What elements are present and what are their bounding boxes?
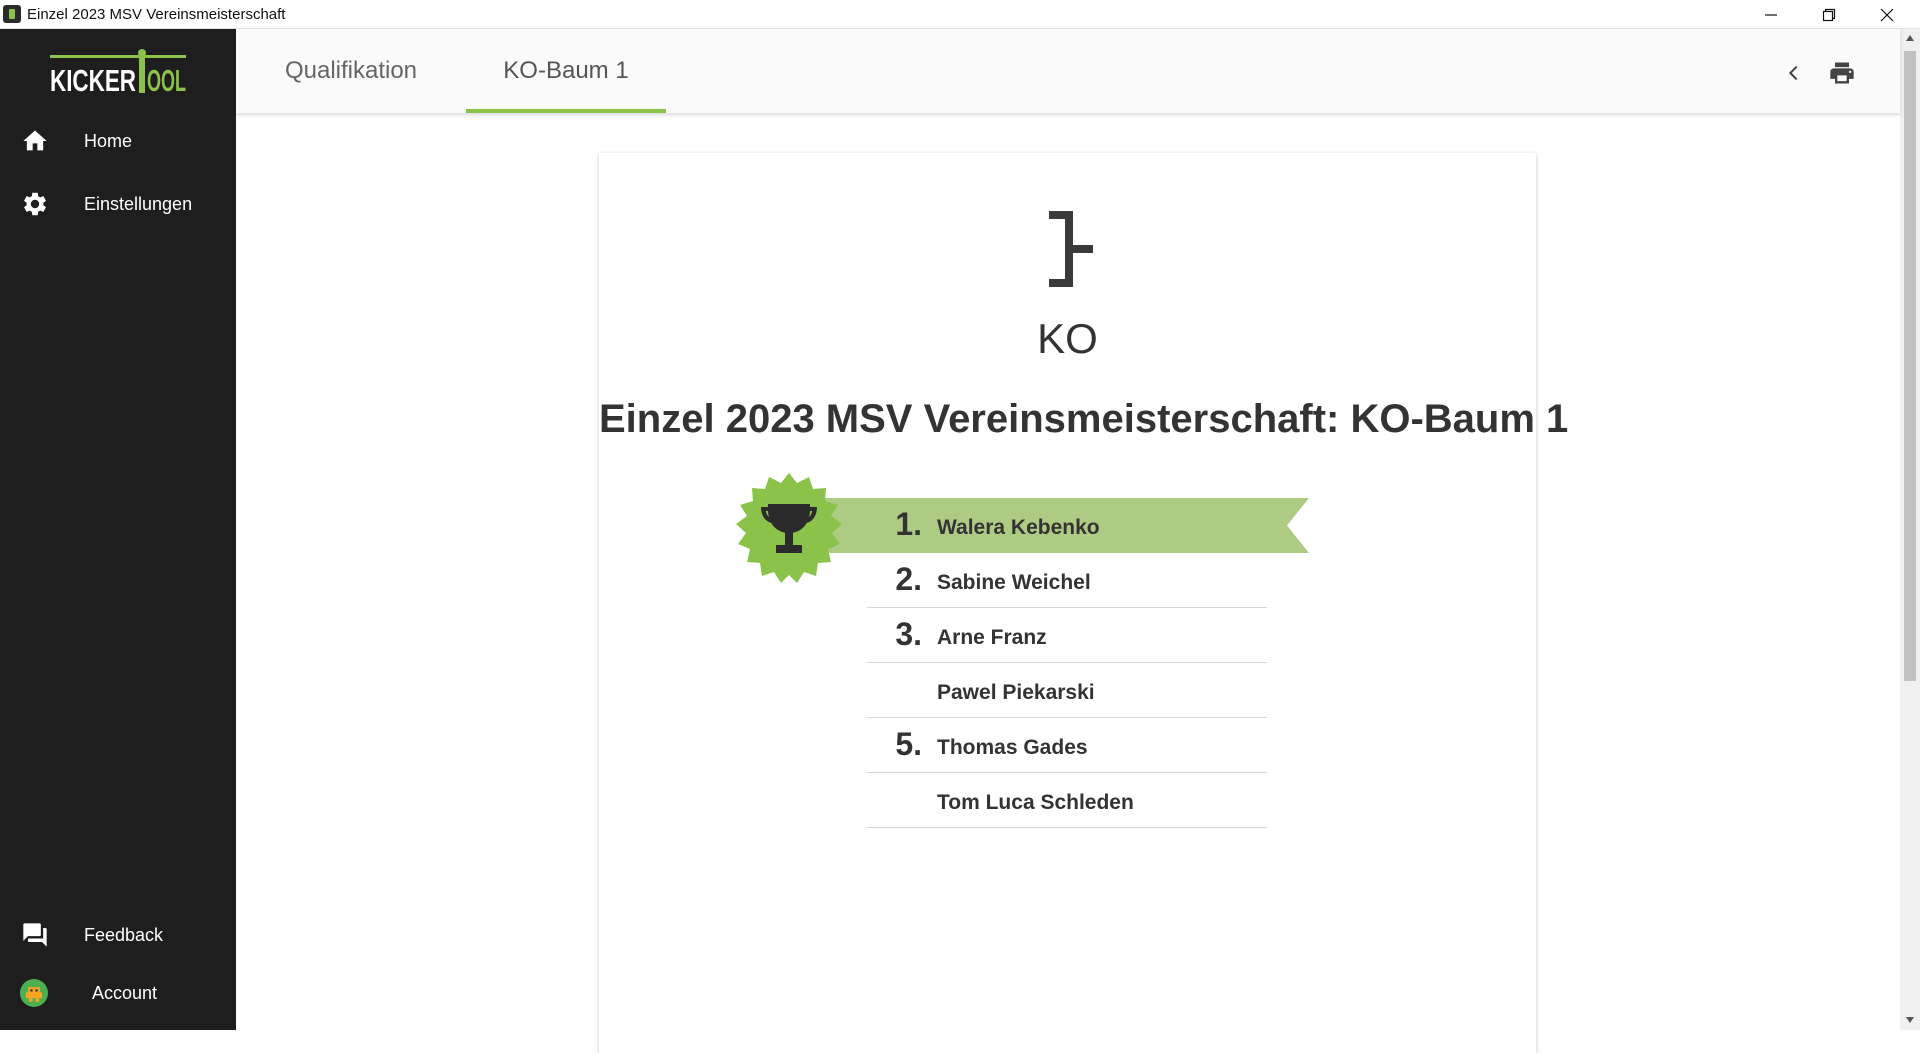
player-name: Walera Kebenko — [937, 516, 1100, 539]
ranking-row: 3. Arne Franz — [867, 608, 1267, 663]
home-icon — [20, 126, 50, 156]
player-name: Arne Franz — [937, 626, 1047, 649]
sidebar-item-account[interactable]: Account — [0, 967, 236, 1019]
tab-qualifikation[interactable]: Qualifikation — [266, 29, 436, 113]
active-tab-indicator — [466, 109, 666, 113]
rank-number: 5. — [895, 726, 922, 762]
logo-graphic: KICKER OOL — [50, 49, 186, 98]
sidebar-item-label: Home — [84, 130, 133, 151]
ranking-row: 2. Sabine Weichel — [867, 553, 1267, 608]
rank-number: 1. — [895, 506, 922, 542]
rank-number: 2. — [895, 561, 922, 597]
sidebar-item-feedback[interactable]: Feedback — [0, 909, 236, 961]
vertical-scrollbar[interactable] — [1900, 29, 1920, 1030]
sidebar: KICKER OOL Home Einstellungen Feedback A… — [0, 29, 236, 1030]
sidebar-item-label: Feedback — [84, 924, 164, 945]
sidebar-item-label: Account — [92, 982, 158, 1003]
close-button[interactable] — [1858, 0, 1916, 29]
scroll-down-icon[interactable] — [1905, 1015, 1915, 1025]
rank-number: 3. — [895, 616, 922, 652]
minimize-button[interactable] — [1742, 0, 1800, 29]
scroll-up-icon[interactable] — [1905, 33, 1915, 43]
app-icon — [3, 5, 21, 23]
player-name: Thomas Gades — [937, 736, 1088, 759]
avatar — [15, 974, 53, 1012]
restore-button[interactable] — [1800, 0, 1858, 29]
back-button[interactable] — [1776, 55, 1812, 91]
logo-text-kicker: KICKER — [50, 63, 136, 95]
player-name: Sabine Weichel — [937, 571, 1091, 594]
bracket-icon — [1049, 211, 1093, 287]
result-card: KO Einzel 2023 MSV Vereinsmeisterschaft:… — [599, 153, 1569, 1053]
tab-bar: Qualifikation KO-Baum 1 — [236, 29, 1900, 113]
feedback-icon — [20, 920, 50, 950]
sidebar-item-settings[interactable]: Einstellungen — [0, 178, 236, 230]
content-area: KO Einzel 2023 MSV Vereinsmeisterschaft:… — [236, 113, 1900, 1053]
restore-icon — [1822, 8, 1836, 21]
logo-text-tool: OOL — [147, 63, 186, 95]
chevron-left-icon — [1788, 65, 1798, 81]
window-title: Einzel 2023 MSV Vereinsmeisterschaft — [27, 6, 286, 23]
scrollbar-thumb[interactable] — [1904, 51, 1916, 681]
ranking-row: 5. Thomas Gades — [867, 718, 1267, 773]
print-icon — [1830, 62, 1854, 84]
window-titlebar: Einzel 2023 MSV Vereinsmeisterschaft — [0, 0, 1920, 29]
kickertool-logo[interactable]: KICKER OOL — [50, 49, 186, 98]
main-area: Qualifikation KO-Baum 1 KO Einzel 2023 M… — [236, 29, 1900, 1053]
ranking-row: Pawel Piekarski — [867, 663, 1267, 718]
print-button[interactable] — [1824, 55, 1860, 91]
ranking-row: 1. Walera Kebenko — [867, 498, 1267, 553]
minimize-icon — [1765, 13, 1777, 16]
sidebar-item-label: Einstellungen — [84, 193, 193, 214]
close-icon — [1880, 8, 1894, 21]
player-name: Tom Luca Schleden — [937, 791, 1134, 814]
sidebar-item-home[interactable]: Home — [0, 115, 236, 167]
gear-icon — [20, 189, 50, 219]
page-title: Einzel 2023 MSV Vereinsmeisterschaft: KO… — [599, 397, 1569, 441]
player-name: Pawel Piekarski — [937, 681, 1095, 704]
mode-label: KO — [1037, 315, 1098, 362]
trophy-badge — [736, 473, 842, 583]
ranking-row: Tom Luca Schleden — [867, 773, 1267, 828]
tab-ko-baum-1[interactable]: KO-Baum 1 — [466, 29, 666, 113]
